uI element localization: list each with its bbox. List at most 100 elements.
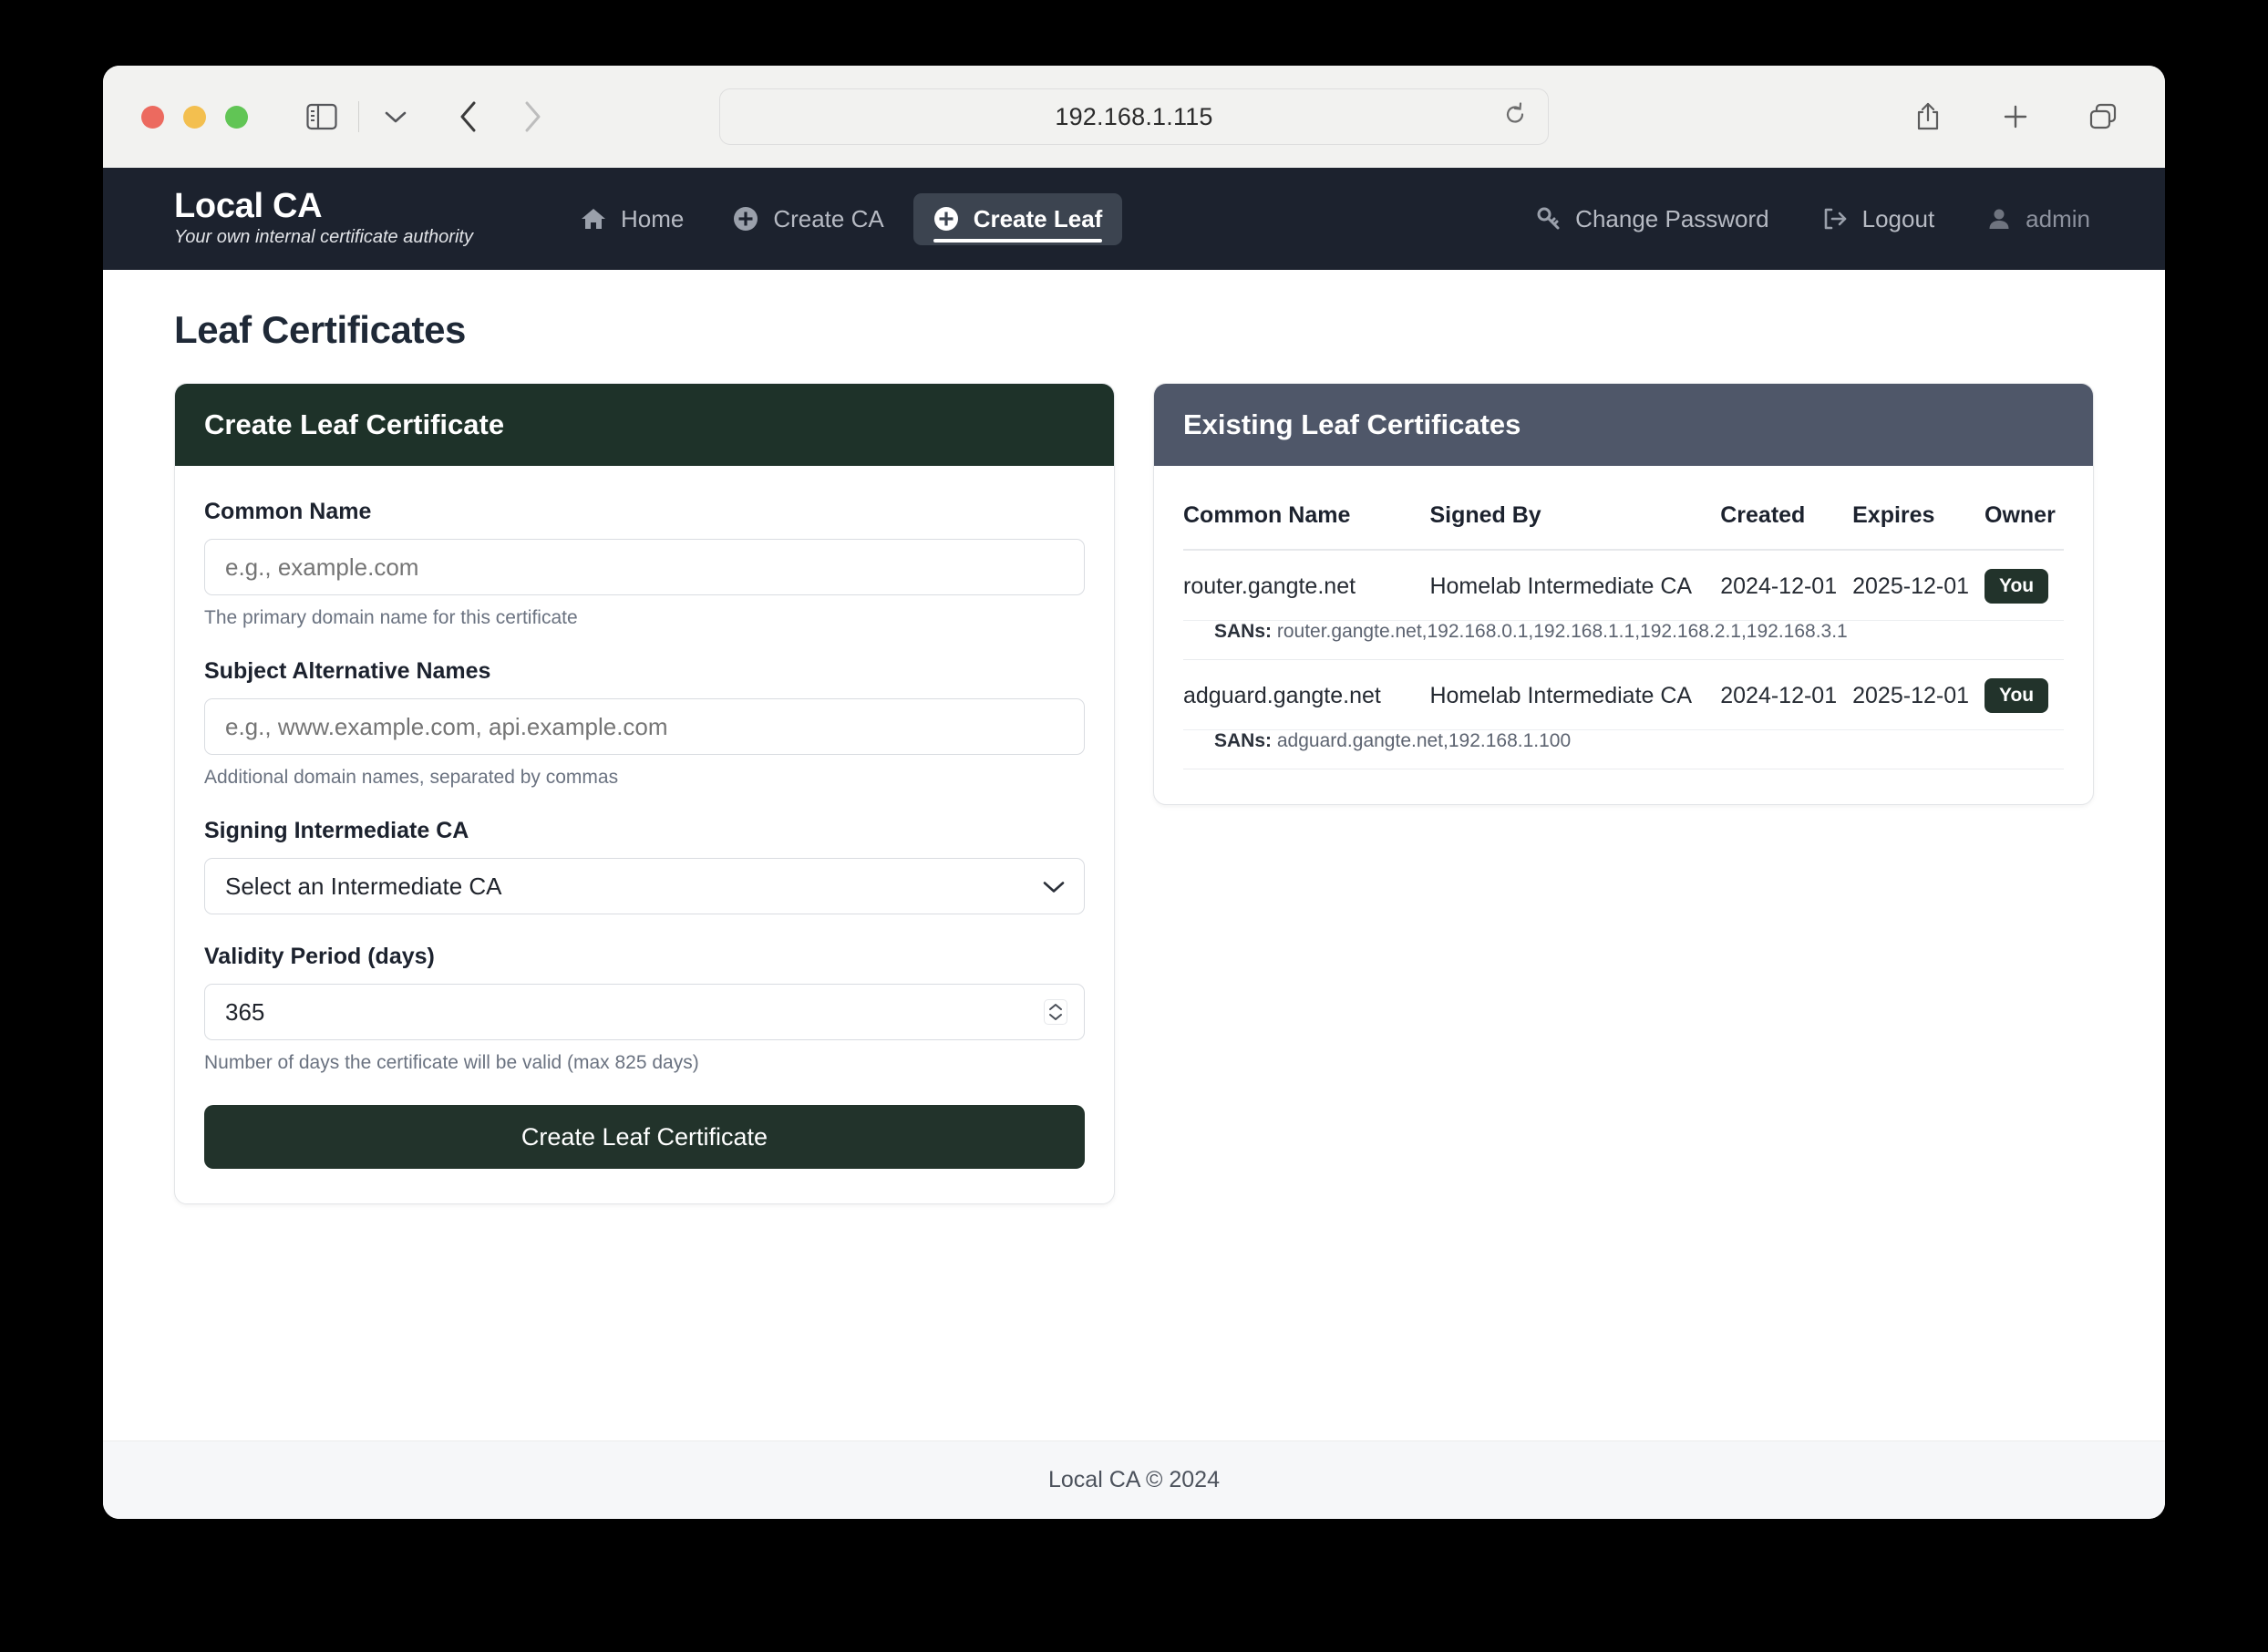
table-san-row: SANs: router.gangte.net,192.168.0.1,192.… xyxy=(1183,620,2064,660)
nav-item-home-label: Home xyxy=(620,204,685,232)
validity-label: Validity Period (days) xyxy=(204,944,435,969)
san-label: SANs: xyxy=(1214,730,1273,751)
secondary-nav: Change Password Logout admin xyxy=(1533,196,2094,243)
maximize-window-button[interactable] xyxy=(225,105,248,129)
common-name-help: The primary domain name for this certifi… xyxy=(204,607,578,628)
number-stepper[interactable] xyxy=(1044,999,1067,1025)
nav-item-change-password-label: Change Password xyxy=(1575,204,1769,232)
nav-item-create-leaf[interactable]: Create Leaf xyxy=(912,192,1123,245)
logout-icon xyxy=(1822,207,1848,231)
nav-item-user-label: admin xyxy=(2026,204,2090,232)
app-navbar: Local CA Your own internal certificate a… xyxy=(103,168,2165,270)
brand[interactable]: Local CA Your own internal certificate a… xyxy=(174,186,473,250)
common-name-label: Common Name xyxy=(204,499,372,524)
existing-certificates-column: Existing Leaf Certificates Common Name S… xyxy=(1153,383,2094,805)
url-text: 192.168.1.115 xyxy=(1055,102,1213,130)
validity-help: Number of days the certificate will be v… xyxy=(204,1052,699,1073)
brand-title: Local CA xyxy=(174,186,323,225)
forward-arrow-icon[interactable] xyxy=(509,93,556,140)
cell-expires: 2025-12-01 xyxy=(1852,659,1985,730)
existing-certificates-card: Existing Leaf Certificates Common Name S… xyxy=(1153,383,2094,805)
table-header-row: Common Name Signed By Created Expires Ow… xyxy=(1183,499,2064,551)
column-header-common-name: Common Name xyxy=(1183,499,1430,551)
cell-created: 2024-12-01 xyxy=(1720,659,1853,730)
san-values: adguard.gangte.net,192.168.1.100 xyxy=(1276,730,1572,751)
nav-item-logout-label: Logout xyxy=(1861,204,1935,232)
existing-certificates-body: Common Name Signed By Created Expires Ow… xyxy=(1154,466,2093,804)
create-leaf-form: Common Name The primary domain name for … xyxy=(175,466,1114,1203)
cell-signed-by: Homelab Intermediate CA xyxy=(1429,659,1721,730)
browser-window: 192.168.1.115 Local CA Your own internal… xyxy=(103,66,2165,1519)
nav-item-home[interactable]: Home xyxy=(561,193,704,245)
cell-common-name: router.gangte.net xyxy=(1183,550,1430,621)
column-header-expires: Expires xyxy=(1852,499,1985,551)
page-content: Leaf Certificates Create Leaf Certificat… xyxy=(103,270,2165,1440)
sans-input[interactable] xyxy=(204,698,1085,755)
create-leaf-column: Create Leaf Certificate Common Name The … xyxy=(174,383,1115,1204)
chevron-down-icon xyxy=(1042,872,1066,901)
key-icon xyxy=(1537,207,1561,231)
close-window-button[interactable] xyxy=(141,105,164,129)
san-values: router.gangte.net,192.168.0.1,192.168.1.… xyxy=(1276,621,1848,642)
cell-common-name: adguard.gangte.net xyxy=(1183,659,1430,730)
address-bar[interactable]: 192.168.1.115 xyxy=(719,88,1549,145)
page-title: Leaf Certificates xyxy=(174,308,466,351)
share-icon[interactable] xyxy=(1904,93,1952,140)
table-row[interactable]: router.gangte.net Homelab Intermediate C… xyxy=(1183,550,2064,621)
status-badge: You xyxy=(1984,678,2049,713)
create-leaf-certificate-button[interactable]: Create Leaf Certificate xyxy=(204,1105,1085,1169)
column-header-signed-by: Signed By xyxy=(1429,499,1721,551)
field-validity: Validity Period (days) 365 Number of day… xyxy=(204,944,1085,1074)
status-badge: You xyxy=(1984,569,2049,604)
footer-text: Local CA © 2024 xyxy=(1048,1467,1220,1492)
column-header-owner: Owner xyxy=(1984,499,2064,551)
plus-circle-icon xyxy=(933,206,959,232)
nav-item-create-ca[interactable]: Create CA xyxy=(713,193,903,245)
create-leaf-card: Create Leaf Certificate Common Name The … xyxy=(174,383,1115,1204)
brand-subtitle: Your own internal certificate authority xyxy=(174,227,473,248)
validity-input-value: 365 xyxy=(225,997,265,1026)
page-footer: Local CA © 2024 xyxy=(103,1440,2165,1519)
plus-icon[interactable] xyxy=(1992,93,2039,140)
user-icon xyxy=(1987,207,2011,231)
tabs-icon[interactable] xyxy=(2079,93,2127,140)
back-arrow-icon[interactable] xyxy=(445,93,492,140)
cell-signed-by: Homelab Intermediate CA xyxy=(1429,550,1721,621)
nav-item-create-ca-label: Create CA xyxy=(773,204,884,232)
plus-circle-icon xyxy=(733,206,758,232)
primary-nav: Home Create CA Create Leaf xyxy=(561,192,1123,245)
window-controls xyxy=(141,105,248,129)
table-san-row: SANs: adguard.gangte.net,192.168.1.100 xyxy=(1183,729,2064,769)
signing-ca-label: Signing Intermediate CA xyxy=(204,818,469,843)
san-text: SANs: adguard.gangte.net,192.168.1.100 xyxy=(1183,730,2064,752)
field-sans: Subject Alternative Names Additional dom… xyxy=(204,658,1085,789)
signing-ca-selected-value: Select an Intermediate CA xyxy=(225,872,502,900)
nav-item-logout[interactable]: Logout xyxy=(1819,196,1939,243)
sans-help: Additional domain names, separated by co… xyxy=(204,767,619,788)
minimize-window-button[interactable] xyxy=(183,105,206,129)
san-text: SANs: router.gangte.net,192.168.0.1,192.… xyxy=(1183,621,2064,643)
field-common-name: Common Name The primary domain name for … xyxy=(204,499,1085,629)
browser-toolbar: 192.168.1.115 xyxy=(103,66,2165,168)
chevron-down-icon[interactable] xyxy=(372,93,419,140)
sidebar-icon[interactable] xyxy=(298,93,345,140)
common-name-input[interactable] xyxy=(204,539,1085,595)
sans-label: Subject Alternative Names xyxy=(204,658,491,684)
field-signing-ca: Signing Intermediate CA Select an Interm… xyxy=(204,818,1085,914)
home-icon xyxy=(581,207,606,231)
nav-item-create-leaf-label: Create Leaf xyxy=(973,204,1103,232)
table-row[interactable]: adguard.gangte.net Homelab Intermediate … xyxy=(1183,659,2064,730)
cell-created: 2024-12-01 xyxy=(1720,550,1853,621)
signing-ca-select[interactable]: Select an Intermediate CA xyxy=(204,858,1085,914)
reload-icon[interactable] xyxy=(1502,102,1528,132)
cell-expires: 2025-12-01 xyxy=(1852,550,1985,621)
toolbar-divider xyxy=(358,101,359,132)
san-label: SANs: xyxy=(1214,621,1273,642)
create-leaf-card-header: Create Leaf Certificate xyxy=(175,384,1114,466)
certificates-table: Common Name Signed By Created Expires Ow… xyxy=(1183,499,2064,769)
column-header-created: Created xyxy=(1720,499,1853,551)
cell-owner: You xyxy=(1984,659,2064,730)
existing-certificates-card-header: Existing Leaf Certificates xyxy=(1154,384,2093,466)
nav-item-change-password[interactable]: Change Password xyxy=(1533,196,1772,243)
validity-input-wrapper[interactable]: 365 xyxy=(204,984,1085,1040)
